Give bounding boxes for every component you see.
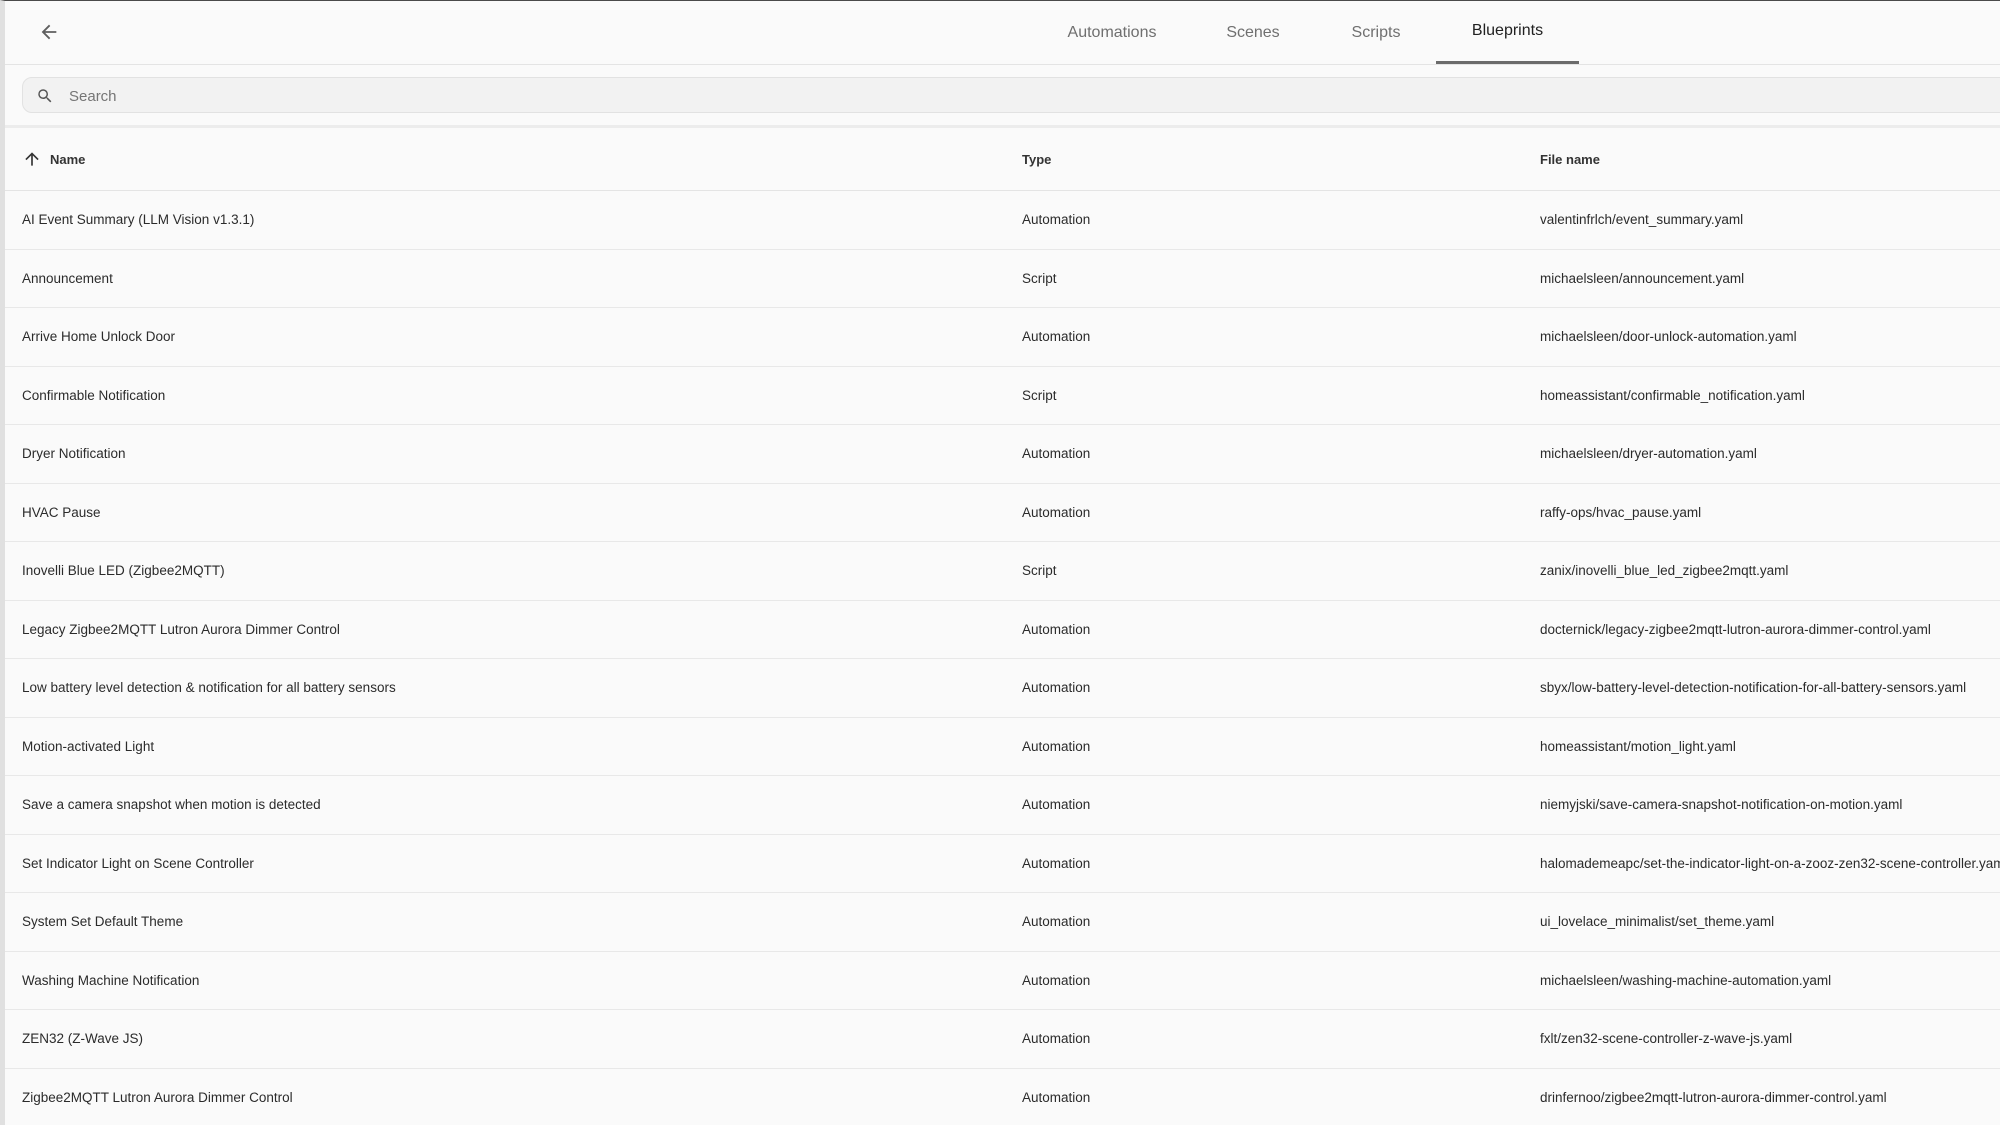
- table-row[interactable]: Dryer Notification Automation michaelsle…: [5, 425, 2000, 484]
- table-row[interactable]: Announcement Script michaelsleen/announc…: [5, 250, 2000, 308]
- cell-type: Automation: [1022, 504, 1091, 520]
- table-row[interactable]: System Set Default Theme Automation ui_l…: [5, 893, 2000, 952]
- tab-scenes[interactable]: Scenes: [1205, 1, 1301, 64]
- column-header-name[interactable]: Name: [22, 128, 85, 190]
- tab-blueprints[interactable]: Blueprints: [1436, 1, 1579, 64]
- cell-type: Automation: [1022, 621, 1091, 637]
- cell-file-name: homeassistant/confirmable_notification.y…: [1540, 387, 1805, 403]
- search-input[interactable]: [67, 78, 1971, 114]
- cell-name: ZEN32 (Z-Wave JS): [22, 1031, 144, 1047]
- cell-name: Save a camera snapshot when motion is de…: [22, 797, 321, 813]
- table-row[interactable]: Arrive Home Unlock Door Automation micha…: [5, 308, 2000, 367]
- cell-type: Automation: [1022, 212, 1091, 228]
- cell-type: Automation: [1022, 855, 1091, 871]
- cell-name: AI Event Summary (LLM Vision v1.3.1): [22, 212, 255, 228]
- column-header-label: Type: [1022, 151, 1052, 167]
- tab-label: Scripts: [1351, 23, 1401, 41]
- cell-name: Confirmable Notification: [22, 387, 166, 403]
- column-header-file-name[interactable]: File name: [1540, 128, 1600, 190]
- table-row[interactable]: Inovelli Blue LED (Zigbee2MQTT) Script z…: [5, 542, 2000, 601]
- cell-type: Automation: [1022, 680, 1091, 696]
- cell-file-name: sbyx/low-battery-level-detection-notific…: [1540, 680, 1967, 696]
- blueprint-table-body: AI Event Summary (LLM Vision v1.3.1) Aut…: [5, 191, 2000, 1125]
- cell-name: Announcement: [22, 270, 113, 286]
- search-icon: [38, 89, 52, 103]
- tab-label: Automations: [1067, 23, 1157, 41]
- table-row[interactable]: Washing Machine Notification Automation …: [5, 952, 2000, 1010]
- cell-file-name: fxlt/zen32-scene-controller-z-wave-js.ya…: [1540, 1031, 1793, 1047]
- cell-file-name: halomademeapc/set-the-indicator-light-on…: [1540, 855, 2000, 871]
- cell-file-name: michaelsleen/washing-machine-automation.…: [1540, 972, 1832, 988]
- table-header: Name Type File name: [5, 128, 2000, 191]
- cell-name: HVAC Pause: [22, 504, 101, 520]
- cell-file-name: niemyjski/save-camera-snapshot-notificat…: [1540, 797, 1903, 813]
- cell-name: Arrive Home Unlock Door: [22, 329, 176, 345]
- cell-name: Zigbee2MQTT Lutron Aurora Dimmer Control: [22, 1089, 293, 1105]
- cell-type: Automation: [1022, 972, 1091, 988]
- cell-file-name: raffy-ops/hvac_pause.yaml: [1540, 504, 1702, 520]
- cell-file-name: zanix/inovelli_blue_led_zigbee2mqtt.yaml: [1540, 563, 1789, 579]
- table-row[interactable]: Motion-activated Light Automation homeas…: [5, 718, 2000, 776]
- cell-type: Automation: [1022, 738, 1091, 754]
- tab-automations[interactable]: Automations: [1050, 1, 1174, 64]
- cell-type: Script: [1022, 387, 1057, 403]
- sort-ascending-icon[interactable]: [22, 149, 42, 169]
- column-header-type[interactable]: Type: [1022, 128, 1051, 190]
- tab-label: Blueprints: [1471, 22, 1544, 39]
- cell-type: Automation: [1022, 914, 1091, 930]
- tab-label: Scenes: [1226, 23, 1280, 41]
- cell-type: Automation: [1022, 329, 1091, 345]
- cell-name: System Set Default Theme: [22, 914, 184, 930]
- column-header-label: File name: [1540, 151, 1600, 167]
- cell-file-name: michaelsleen/announcement.yaml: [1540, 270, 1745, 286]
- cell-type: Script: [1022, 270, 1057, 286]
- table-row[interactable]: Confirmable Notification Script homeassi…: [5, 367, 2000, 425]
- column-header-label: Name: [50, 151, 86, 167]
- cell-type: Automation: [1022, 1031, 1091, 1047]
- table-row[interactable]: Zigbee2MQTT Lutron Aurora Dimmer Control…: [5, 1069, 2000, 1125]
- search-bar: [22, 77, 2000, 114]
- cell-type: Script: [1022, 563, 1057, 579]
- cell-type: Automation: [1022, 1089, 1091, 1105]
- cell-file-name: ui_lovelace_minimalist/set_theme.yaml: [1540, 914, 1775, 930]
- app-frame: Automations Scenes Scripts Blueprints Na…: [0, 0, 2000, 1125]
- top-bar: Automations Scenes Scripts Blueprints: [5, 1, 2000, 65]
- table-row[interactable]: AI Event Summary (LLM Vision v1.3.1) Aut…: [5, 191, 2000, 250]
- cell-file-name: homeassistant/motion_light.yaml: [1540, 738, 1736, 754]
- cell-file-name: docternick/legacy-zigbee2mqtt-lutron-aur…: [1540, 621, 1931, 637]
- cell-file-name: drinfernoo/zigbee2mqtt-lutron-aurora-dim…: [1540, 1089, 1887, 1105]
- cell-name: Low battery level detection & notificati…: [22, 680, 396, 696]
- tab-bar: Automations Scenes Scripts Blueprints: [5, 1, 2000, 64]
- cell-name: Legacy Zigbee2MQTT Lutron Aurora Dimmer …: [22, 621, 340, 637]
- cell-type: Automation: [1022, 446, 1091, 462]
- cell-name: Inovelli Blue LED (Zigbee2MQTT): [22, 563, 225, 579]
- cell-file-name: michaelsleen/dryer-automation.yaml: [1540, 446, 1757, 462]
- cell-name: Dryer Notification: [22, 446, 126, 462]
- table-row[interactable]: Low battery level detection & notificati…: [5, 659, 2000, 718]
- cell-file-name: valentinfrlch/event_summary.yaml: [1540, 212, 1744, 228]
- cell-file-name: michaelsleen/door-unlock-automation.yaml: [1540, 329, 1797, 345]
- tab-scripts[interactable]: Scripts: [1331, 1, 1421, 64]
- cell-name: Washing Machine Notification: [22, 972, 200, 988]
- table-row[interactable]: ZEN32 (Z-Wave JS) Automation fxlt/zen32-…: [5, 1010, 2000, 1069]
- table-row[interactable]: Legacy Zigbee2MQTT Lutron Aurora Dimmer …: [5, 601, 2000, 659]
- table-row[interactable]: HVAC Pause Automation raffy-ops/hvac_pau…: [5, 484, 2000, 542]
- cell-type: Automation: [1022, 797, 1091, 813]
- table-row[interactable]: Save a camera snapshot when motion is de…: [5, 776, 2000, 835]
- cell-name: Set Indicator Light on Scene Controller: [22, 855, 254, 871]
- cell-name: Motion-activated Light: [22, 738, 155, 754]
- table-row[interactable]: Set Indicator Light on Scene Controller …: [5, 835, 2000, 893]
